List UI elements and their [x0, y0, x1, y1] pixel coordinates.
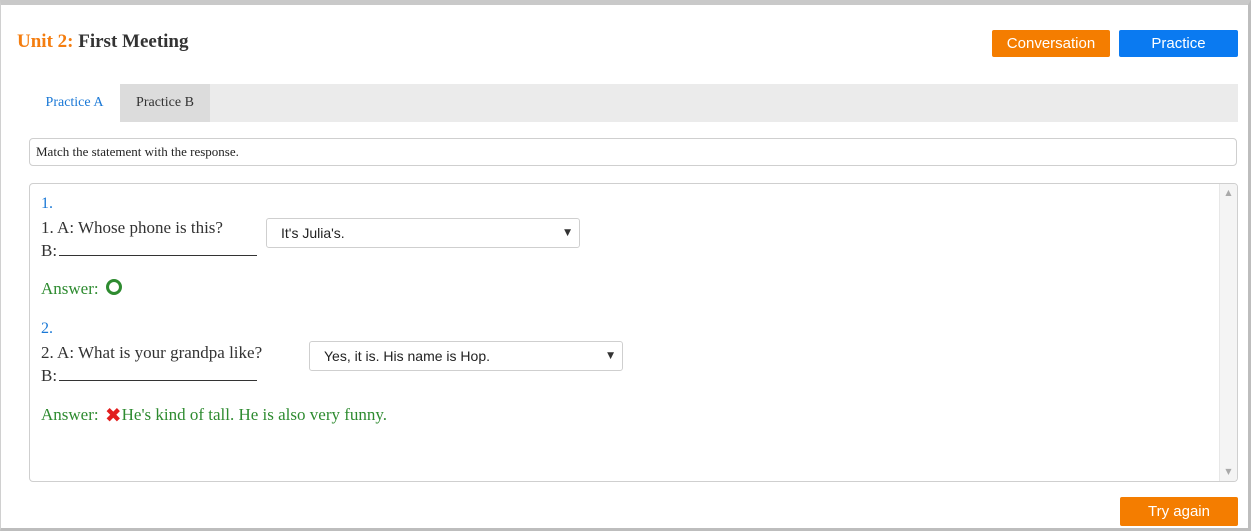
- question-prompt: 1. A: Whose phone is this?: [41, 218, 223, 237]
- scroll-down-icon[interactable]: ▼: [1220, 465, 1237, 479]
- instruction-text: Match the statement with the response.: [29, 138, 1237, 166]
- question-number: 1.: [41, 195, 53, 212]
- response-blank: B:: [41, 366, 258, 386]
- vertical-scrollbar[interactable]: ▲ ▼: [1219, 184, 1237, 481]
- answer-label: Answer:: [41, 279, 99, 298]
- tab-practice-a[interactable]: Practice A: [29, 84, 120, 122]
- dropdown-arrow-icon: ▼: [607, 351, 614, 361]
- tab-bar: Practice A Practice B: [29, 84, 1238, 122]
- tab-practice-b[interactable]: Practice B: [120, 84, 210, 122]
- question-prompt: 2. A: What is your grandpa like?: [41, 343, 263, 362]
- answer-label: Answer:: [41, 405, 99, 424]
- dropdown-arrow-icon: ▼: [564, 228, 571, 238]
- correct-answer-text: He's kind of tall. He is also very funny…: [121, 405, 388, 424]
- conversation-button[interactable]: Conversation: [992, 30, 1110, 57]
- response-select[interactable]: Yes, it is. His name is Hop. ▼: [309, 341, 623, 371]
- app-window: Unit 2: First Meeting Conversation Pract…: [0, 0, 1251, 531]
- blank-line: [59, 241, 258, 256]
- response-select-value: Yes, it is. His name is Hop.: [324, 348, 490, 364]
- incorrect-x-icon: ✖: [104, 403, 122, 427]
- unit-label: Unit 2:: [17, 31, 74, 52]
- page-title: Unit 2: First Meeting: [17, 31, 189, 53]
- response-blank: B:: [41, 241, 258, 261]
- question-number: 2.: [41, 320, 53, 337]
- correct-circle-icon: [105, 279, 122, 295]
- unit-title: First Meeting: [78, 31, 189, 52]
- response-select-value: It's Julia's.: [281, 225, 345, 241]
- scroll-up-icon[interactable]: ▲: [1220, 186, 1237, 200]
- b-label: B:: [41, 241, 58, 260]
- answer-line: Answer:: [41, 279, 122, 299]
- try-again-button[interactable]: Try again: [1120, 497, 1238, 526]
- b-label: B:: [41, 366, 58, 385]
- response-select[interactable]: It's Julia's. ▼: [266, 218, 580, 248]
- questions-panel: 1. 1. A: Whose phone is this? It's Julia…: [29, 183, 1238, 482]
- practice-button[interactable]: Practice: [1119, 30, 1238, 57]
- answer-line: Answer: ✖He's kind of tall. He is also v…: [41, 403, 387, 427]
- blank-line: [59, 366, 258, 381]
